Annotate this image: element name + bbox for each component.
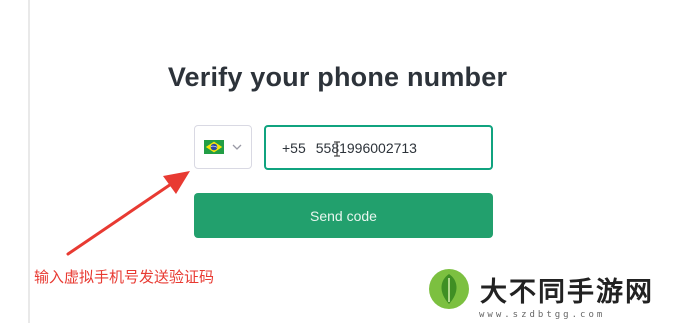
- watermark-text: 大不同手游网: [480, 276, 654, 308]
- watermark: 大不同手游网: [428, 268, 654, 310]
- page-title: Verify your phone number: [167, 62, 508, 92]
- watermark-url: www.szdbtgg.com: [479, 310, 606, 320]
- frame-border: [28, 0, 30, 323]
- brazil-flag-icon: [204, 140, 224, 154]
- phone-number-input[interactable]: +55 5581996002713: [264, 125, 493, 170]
- phone-country-code: +55: [282, 139, 306, 156]
- text-cursor-icon: [334, 141, 340, 157]
- phone-number-value: 5581996002713: [315, 139, 417, 156]
- send-code-button[interactable]: Send code: [194, 193, 493, 238]
- chevron-down-icon: [232, 144, 242, 150]
- country-code-select[interactable]: [194, 125, 252, 169]
- leaf-logo-icon: [429, 269, 469, 309]
- annotation-text: 输入虚拟手机号发送验证码: [34, 268, 215, 286]
